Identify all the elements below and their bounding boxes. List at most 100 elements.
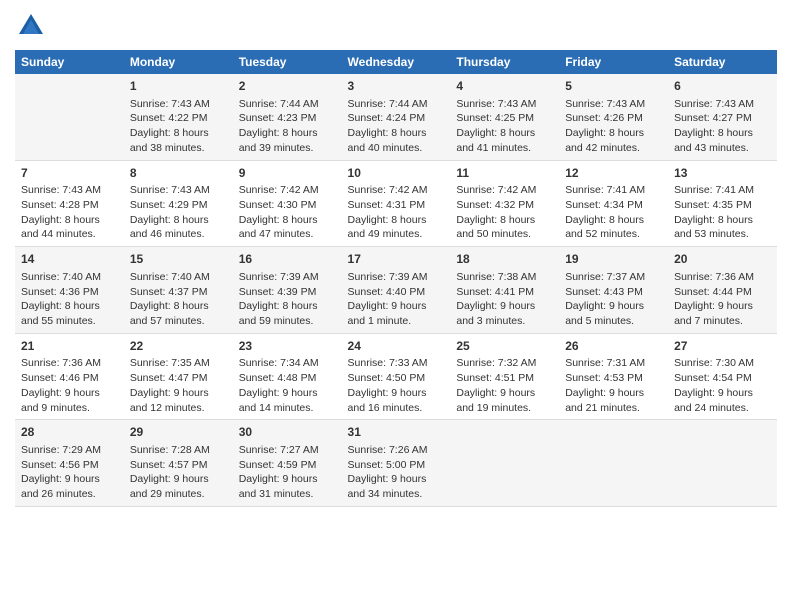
calendar-cell: 18 Sunrise: 7:38 AM Sunset: 4:41 PM Dayli… — [450, 247, 559, 334]
calendar-cell: 14 Sunrise: 7:40 AM Sunset: 4:36 PM Dayli… — [15, 247, 124, 334]
cell-content: Sunrise: 7:41 AM Sunset: 4:35 PM Dayligh… — [674, 183, 771, 242]
day-number: 11 — [456, 165, 553, 182]
calendar-cell: 2 Sunrise: 7:44 AM Sunset: 4:23 PM Daylig… — [233, 74, 342, 160]
day-number: 19 — [565, 251, 662, 268]
cell-content: Sunrise: 7:43 AM Sunset: 4:22 PM Dayligh… — [130, 97, 227, 156]
week-row-2: 7Sunrise: 7:43 AM Sunset: 4:28 PM Daylig… — [15, 160, 777, 247]
calendar-cell: 5 Sunrise: 7:43 AM Sunset: 4:26 PM Daylig… — [559, 74, 668, 160]
cell-content: Sunrise: 7:31 AM Sunset: 4:53 PM Dayligh… — [565, 356, 662, 415]
calendar-cell: 10Sunrise: 7:42 AM Sunset: 4:31 PM Dayli… — [342, 160, 451, 247]
day-header-tuesday: Tuesday — [233, 50, 342, 74]
cell-content: Sunrise: 7:33 AM Sunset: 4:50 PM Dayligh… — [348, 356, 445, 415]
cell-content: Sunrise: 7:27 AM Sunset: 4:59 PM Dayligh… — [239, 443, 336, 502]
cell-content: Sunrise: 7:26 AM Sunset: 5:00 PM Dayligh… — [348, 443, 445, 502]
day-header-wednesday: Wednesday — [342, 50, 451, 74]
calendar-cell: 7Sunrise: 7:43 AM Sunset: 4:28 PM Daylig… — [15, 160, 124, 247]
day-number: 14 — [21, 251, 118, 268]
logo-icon — [15, 10, 47, 42]
calendar-cell: 21Sunrise: 7:36 AM Sunset: 4:46 PM Dayli… — [15, 333, 124, 420]
cell-content: Sunrise: 7:36 AM Sunset: 4:44 PM Dayligh… — [674, 270, 771, 329]
day-header-sunday: Sunday — [15, 50, 124, 74]
cell-content: Sunrise: 7:41 AM Sunset: 4:34 PM Dayligh… — [565, 183, 662, 242]
day-number: 2 — [239, 78, 336, 95]
cell-content: Sunrise: 7:42 AM Sunset: 4:31 PM Dayligh… — [348, 183, 445, 242]
cell-content: Sunrise: 7:43 AM Sunset: 4:29 PM Dayligh… — [130, 183, 227, 242]
cell-content: Sunrise: 7:43 AM Sunset: 4:25 PM Dayligh… — [456, 97, 553, 156]
cell-content: Sunrise: 7:44 AM Sunset: 4:23 PM Dayligh… — [239, 97, 336, 156]
day-header-friday: Friday — [559, 50, 668, 74]
cell-content: Sunrise: 7:34 AM Sunset: 4:48 PM Dayligh… — [239, 356, 336, 415]
calendar-cell: 12Sunrise: 7:41 AM Sunset: 4:34 PM Dayli… — [559, 160, 668, 247]
day-number: 5 — [565, 78, 662, 95]
calendar-cell: 6 Sunrise: 7:43 AM Sunset: 4:27 PM Daylig… — [668, 74, 777, 160]
cell-content: Sunrise: 7:39 AM Sunset: 4:39 PM Dayligh… — [239, 270, 336, 329]
calendar-cell: 13Sunrise: 7:41 AM Sunset: 4:35 PM Dayli… — [668, 160, 777, 247]
week-row-3: 14 Sunrise: 7:40 AM Sunset: 4:36 PM Dayli… — [15, 247, 777, 334]
day-number: 30 — [239, 424, 336, 441]
calendar-cell: 11Sunrise: 7:42 AM Sunset: 4:32 PM Dayli… — [450, 160, 559, 247]
day-number: 24 — [348, 338, 445, 355]
day-number: 25 — [456, 338, 553, 355]
day-number: 3 — [348, 78, 445, 95]
calendar-cell — [668, 420, 777, 507]
day-number: 27 — [674, 338, 771, 355]
calendar-cell: 30 Sunrise: 7:27 AM Sunset: 4:59 PM Dayli… — [233, 420, 342, 507]
day-header-thursday: Thursday — [450, 50, 559, 74]
day-number: 9 — [239, 165, 336, 182]
calendar-cell: 24Sunrise: 7:33 AM Sunset: 4:50 PM Dayli… — [342, 333, 451, 420]
day-number: 6 — [674, 78, 771, 95]
day-header-saturday: Saturday — [668, 50, 777, 74]
logo — [15, 10, 51, 42]
page-header — [15, 10, 777, 42]
cell-content: Sunrise: 7:40 AM Sunset: 4:37 PM Dayligh… — [130, 270, 227, 329]
calendar-cell: 27Sunrise: 7:30 AM Sunset: 4:54 PM Dayli… — [668, 333, 777, 420]
week-row-5: 28 Sunrise: 7:29 AM Sunset: 4:56 PM Dayli… — [15, 420, 777, 507]
cell-content: Sunrise: 7:42 AM Sunset: 4:32 PM Dayligh… — [456, 183, 553, 242]
day-number: 20 — [674, 251, 771, 268]
cell-content: Sunrise: 7:29 AM Sunset: 4:56 PM Dayligh… — [21, 443, 118, 502]
day-number: 18 — [456, 251, 553, 268]
calendar-table: SundayMondayTuesdayWednesdayThursdayFrid… — [15, 50, 777, 507]
day-header-monday: Monday — [124, 50, 233, 74]
day-number: 23 — [239, 338, 336, 355]
day-number: 12 — [565, 165, 662, 182]
cell-content: Sunrise: 7:30 AM Sunset: 4:54 PM Dayligh… — [674, 356, 771, 415]
header-row: SundayMondayTuesdayWednesdayThursdayFrid… — [15, 50, 777, 74]
calendar-cell: 26Sunrise: 7:31 AM Sunset: 4:53 PM Dayli… — [559, 333, 668, 420]
day-number: 13 — [674, 165, 771, 182]
calendar-cell: 16 Sunrise: 7:39 AM Sunset: 4:39 PM Dayli… — [233, 247, 342, 334]
day-number: 7 — [21, 165, 118, 182]
day-number: 4 — [456, 78, 553, 95]
calendar-cell: 20 Sunrise: 7:36 AM Sunset: 4:44 PM Dayli… — [668, 247, 777, 334]
main-container: SundayMondayTuesdayWednesdayThursdayFrid… — [0, 0, 792, 517]
day-number: 17 — [348, 251, 445, 268]
day-number: 31 — [348, 424, 445, 441]
cell-content: Sunrise: 7:39 AM Sunset: 4:40 PM Dayligh… — [348, 270, 445, 329]
day-number: 28 — [21, 424, 118, 441]
calendar-cell: 9Sunrise: 7:42 AM Sunset: 4:30 PM Daylig… — [233, 160, 342, 247]
cell-content: Sunrise: 7:40 AM Sunset: 4:36 PM Dayligh… — [21, 270, 118, 329]
cell-content: Sunrise: 7:44 AM Sunset: 4:24 PM Dayligh… — [348, 97, 445, 156]
calendar-cell: 22Sunrise: 7:35 AM Sunset: 4:47 PM Dayli… — [124, 333, 233, 420]
cell-content: Sunrise: 7:37 AM Sunset: 4:43 PM Dayligh… — [565, 270, 662, 329]
cell-content: Sunrise: 7:43 AM Sunset: 4:27 PM Dayligh… — [674, 97, 771, 156]
calendar-cell — [559, 420, 668, 507]
day-number: 26 — [565, 338, 662, 355]
cell-content: Sunrise: 7:28 AM Sunset: 4:57 PM Dayligh… — [130, 443, 227, 502]
calendar-cell: 1Sunrise: 7:43 AM Sunset: 4:22 PM Daylig… — [124, 74, 233, 160]
cell-content: Sunrise: 7:43 AM Sunset: 4:26 PM Dayligh… — [565, 97, 662, 156]
week-row-1: 1Sunrise: 7:43 AM Sunset: 4:22 PM Daylig… — [15, 74, 777, 160]
day-number: 16 — [239, 251, 336, 268]
calendar-cell: 15 Sunrise: 7:40 AM Sunset: 4:37 PM Dayli… — [124, 247, 233, 334]
week-row-4: 21Sunrise: 7:36 AM Sunset: 4:46 PM Dayli… — [15, 333, 777, 420]
calendar-cell: 4 Sunrise: 7:43 AM Sunset: 4:25 PM Daylig… — [450, 74, 559, 160]
calendar-cell: 17 Sunrise: 7:39 AM Sunset: 4:40 PM Dayli… — [342, 247, 451, 334]
calendar-cell: 23Sunrise: 7:34 AM Sunset: 4:48 PM Dayli… — [233, 333, 342, 420]
cell-content: Sunrise: 7:38 AM Sunset: 4:41 PM Dayligh… — [456, 270, 553, 329]
day-number: 15 — [130, 251, 227, 268]
cell-content: Sunrise: 7:32 AM Sunset: 4:51 PM Dayligh… — [456, 356, 553, 415]
calendar-cell: 19 Sunrise: 7:37 AM Sunset: 4:43 PM Dayli… — [559, 247, 668, 334]
calendar-cell: 8Sunrise: 7:43 AM Sunset: 4:29 PM Daylig… — [124, 160, 233, 247]
cell-content: Sunrise: 7:43 AM Sunset: 4:28 PM Dayligh… — [21, 183, 118, 242]
cell-content: Sunrise: 7:36 AM Sunset: 4:46 PM Dayligh… — [21, 356, 118, 415]
